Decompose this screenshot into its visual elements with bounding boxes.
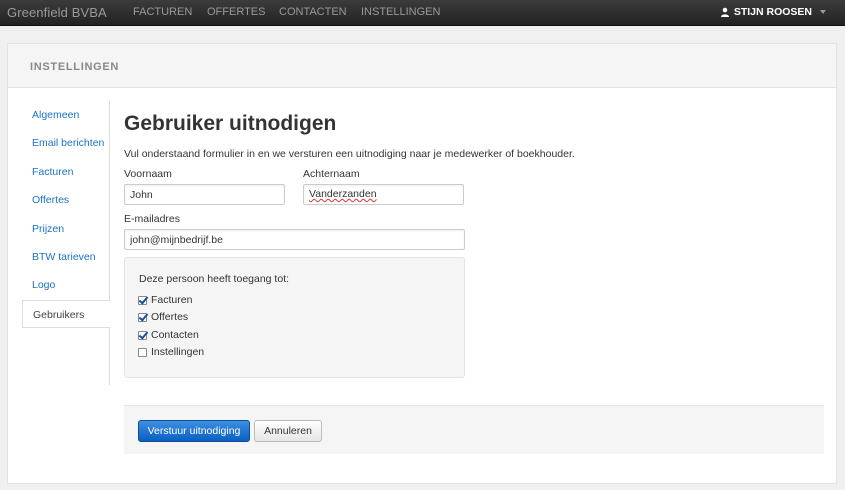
- sidebar-item-gebruikers[interactable]: Gebruikers: [22, 300, 111, 328]
- send-invitation-button[interactable]: Verstuur uitnodiging: [138, 420, 250, 442]
- checkbox-label-contacten: Contacten: [151, 329, 199, 341]
- access-box: Deze persoon heeft toegang tot: Facturen…: [124, 257, 465, 378]
- panel-header: INSTELLINGEN: [8, 44, 836, 88]
- cancel-button[interactable]: Annuleren: [254, 420, 322, 442]
- access-title: Deze persoon heeft toegang tot:: [139, 273, 290, 285]
- lastname-label: Achternaam: [303, 168, 360, 180]
- sidebar-item-btw-tarieven[interactable]: BTW tarieven: [22, 243, 110, 271]
- settings-sidebar: Algemeen Email berichten Facturen Offert…: [22, 101, 111, 385]
- nav-item-offertes[interactable]: OFFERTES: [207, 6, 265, 18]
- access-facturen[interactable]: Facturen: [138, 294, 192, 306]
- sidebar-item-logo[interactable]: Logo: [22, 271, 110, 299]
- firstname-input[interactable]: [124, 184, 285, 205]
- access-instellingen[interactable]: Instellingen: [138, 346, 204, 358]
- lastname-value: Vanderzanden: [309, 188, 377, 200]
- checkbox-offertes[interactable]: [138, 312, 147, 322]
- sidebar-item-prijzen[interactable]: Prijzen: [22, 215, 110, 243]
- nav-item-instellingen[interactable]: INSTELLINGEN: [361, 6, 440, 18]
- chevron-down-icon: [820, 10, 826, 14]
- user-icon: [720, 7, 729, 17]
- checkbox-label-facturen: Facturen: [151, 294, 193, 306]
- email-field[interactable]: [124, 229, 465, 250]
- settings-panel: INSTELLINGEN Algemeen Email berichten Fa…: [7, 43, 837, 484]
- checkbox-label-instellingen: Instellingen: [151, 346, 205, 358]
- panel-title: INSTELLINGEN: [30, 61, 120, 73]
- user-name: STIJN ROOSEN: [733, 6, 812, 18]
- lastname-input[interactable]: Vanderzanden: [303, 184, 464, 205]
- checkbox-instellingen[interactable]: [138, 347, 147, 357]
- checkbox-label-offertes: Offertes: [151, 311, 189, 323]
- checkbox-contacten[interactable]: [138, 330, 147, 340]
- nav-item-facturen[interactable]: FACTUREN: [133, 6, 192, 18]
- user-menu[interactable]: STIJN ROOSEN: [720, 6, 826, 18]
- sidebar-item-algemeen[interactable]: Algemeen: [22, 101, 110, 129]
- checkbox-facturen[interactable]: [138, 295, 147, 305]
- access-offertes[interactable]: Offertes: [138, 311, 188, 323]
- firstname-label: Voornaam: [124, 168, 172, 180]
- access-contacten[interactable]: Contacten: [138, 329, 199, 341]
- form-actions: Verstuur uitnodiging Annuleren: [124, 405, 824, 454]
- email-label: E-mailadres: [124, 213, 181, 225]
- sidebar-item-email-berichten[interactable]: Email berichten: [22, 129, 110, 157]
- page-title: Gebruiker uitnodigen: [124, 112, 337, 135]
- top-navbar: Greenfield BVBA FACTUREN OFFERTES CONTAC…: [0, 0, 845, 26]
- sidebar-item-offertes[interactable]: Offertes: [22, 186, 110, 214]
- intro-text: Vul onderstaand formulier in en we verst…: [124, 148, 575, 160]
- brand-logo[interactable]: Greenfield BVBA: [7, 5, 107, 20]
- nav-item-contacten[interactable]: CONTACTEN: [279, 6, 347, 18]
- sidebar-item-facturen[interactable]: Facturen: [22, 158, 110, 186]
